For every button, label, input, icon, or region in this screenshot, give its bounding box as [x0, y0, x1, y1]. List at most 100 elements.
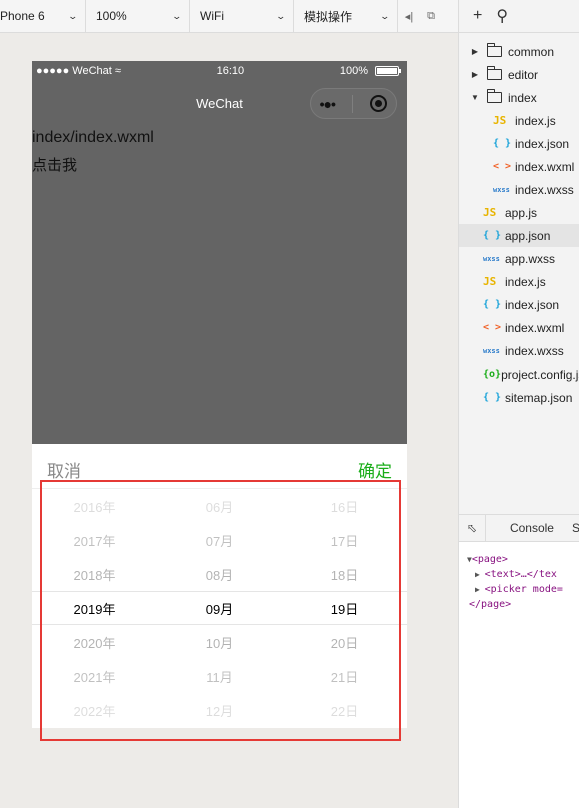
- tree-file-index-js[interactable]: JS index.js: [459, 270, 579, 293]
- tree-item-label: app.json: [505, 228, 551, 243]
- js-file-icon: JS: [483, 206, 497, 219]
- tree-file-index-json[interactable]: { } index.json: [459, 132, 579, 155]
- wxml-file-icon: < >: [493, 161, 512, 172]
- annotation-highlight-box: [40, 480, 401, 741]
- volume-icon[interactable]: ◂|: [398, 0, 420, 33]
- tree-item-label: index.json: [505, 297, 560, 312]
- chevron-down-icon[interactable]: ▼: [469, 93, 481, 102]
- navigation-bar: WeChat •●•: [32, 81, 407, 125]
- chevron-down-icon: ⌄: [171, 10, 183, 21]
- chevron-right-icon[interactable]: ▶: [469, 70, 481, 79]
- operation-select[interactable]: 模拟操作 ⌄: [294, 0, 398, 33]
- json-file-icon: { }: [483, 230, 502, 241]
- nav-title: WeChat: [196, 95, 243, 111]
- carrier-label: ●●●●● WeChat: [36, 65, 112, 77]
- click-me-text[interactable]: 点击我: [32, 154, 77, 175]
- folder-open-icon: [487, 89, 502, 103]
- network-select[interactable]: WiFi ⌄: [190, 0, 294, 33]
- tree-file-index-js[interactable]: JS index.js: [459, 109, 579, 132]
- wxml-node-page-close: </page>: [469, 599, 512, 610]
- tree-item-label: index.js: [505, 274, 546, 289]
- picker-confirm-button[interactable]: 确定: [358, 457, 392, 482]
- capsule-divider: [352, 94, 354, 113]
- wxml-tree: ▼<page> ▶ <text>…</tex ▶ <picker mode= <…: [459, 542, 579, 612]
- json-file-icon: { }: [493, 138, 512, 149]
- tree-item-label: index.json: [515, 136, 570, 151]
- side-panel: + ⚲ ▶ common ▶ editor ▼ index JS index.js{ } ind…: [458, 0, 579, 808]
- tree-item-label: index.wxml: [505, 320, 565, 335]
- wxml-file-icon: < >: [483, 322, 502, 333]
- js-file-icon: JS: [493, 114, 507, 127]
- wxss-file-icon: wxss: [483, 346, 500, 355]
- tree-file-app-json[interactable]: { } app.json: [459, 224, 579, 247]
- tree-folder-common[interactable]: ▶ common: [459, 40, 579, 63]
- cfg-file-icon: {o}: [483, 369, 502, 380]
- tree-file-project-config-json[interactable]: {o}project.config.json: [459, 363, 579, 386]
- page-path-text: index/index.wxml: [32, 129, 154, 146]
- tree-item-label: app.wxss: [505, 251, 556, 266]
- tree-file-sitemap-json[interactable]: { } sitemap.json: [459, 386, 579, 409]
- tree-folder-editor[interactable]: ▶ editor: [459, 63, 579, 86]
- capsule-menu: •●•: [310, 88, 397, 119]
- zoom-select[interactable]: 100% ⌄: [86, 0, 190, 33]
- simulator-toolbar: Phone 6 ⌄ 100% ⌄ WiFi ⌄ 模拟操作 ⌄ ◂| ⧉: [0, 0, 458, 33]
- tree-file-index-wxml[interactable]: < > index.wxml: [459, 316, 579, 339]
- wxml-node-picker[interactable]: ▶ <picker mode=: [467, 582, 579, 597]
- tree-folder-index[interactable]: ▼ index: [459, 86, 579, 109]
- battery-icon: [374, 66, 401, 76]
- tree-item-label: app.js: [505, 205, 538, 220]
- tree-item-label: index.wxss: [505, 343, 564, 358]
- tree-item-label: sitemap.json: [505, 390, 573, 405]
- page-content: index/index.wxml 点击我: [32, 125, 407, 444]
- device-select[interactable]: Phone 6 ⌄: [0, 0, 86, 33]
- status-time: 16:10: [216, 65, 245, 77]
- tab-sources[interactable]: S: [554, 521, 579, 535]
- explorer-toolbar: + ⚲: [459, 0, 579, 33]
- battery-label: 100%: [339, 65, 368, 77]
- close-target-icon[interactable]: [370, 95, 388, 112]
- folder-icon: [487, 43, 502, 57]
- folder-icon: [487, 66, 502, 80]
- tree-file-index-wxss[interactable]: wxss index.wxss: [459, 178, 579, 201]
- json-file-icon: { }: [483, 392, 502, 403]
- wifi-icon: ≈: [114, 65, 121, 77]
- window-icon[interactable]: ⧉: [420, 0, 442, 33]
- devtools-tabs: ⬁ Console S: [459, 514, 579, 542]
- tree-file-app-wxss[interactable]: wxss app.wxss: [459, 247, 579, 270]
- network-select-value: WiFi: [200, 9, 224, 23]
- search-icon[interactable]: ⚲: [496, 6, 508, 26]
- chevron-right-icon[interactable]: ▶: [469, 47, 481, 56]
- zoom-select-value: 100%: [96, 9, 127, 23]
- add-icon[interactable]: +: [473, 7, 482, 25]
- wxml-node-page[interactable]: ▼<page>: [467, 552, 579, 567]
- tree-item-label: index.wxss: [515, 182, 574, 197]
- status-battery: 100%: [339, 65, 401, 77]
- more-icon[interactable]: •●•: [320, 96, 336, 112]
- device-select-value: Phone 6: [0, 9, 45, 23]
- js-file-icon: JS: [483, 275, 497, 288]
- tree-item-label: editor: [508, 67, 539, 82]
- devtools-panel: ⬁ Console S ▼<page> ▶ <text>…</tex ▶ <pi…: [459, 514, 579, 808]
- tab-console[interactable]: Console: [486, 521, 554, 535]
- wxss-file-icon: wxss: [493, 185, 510, 194]
- operation-select-value: 模拟操作: [304, 9, 353, 24]
- tree-file-index-wxss[interactable]: wxss index.wxss: [459, 339, 579, 362]
- wxss-file-icon: wxss: [483, 254, 500, 263]
- tree-file-index-json[interactable]: { } index.json: [459, 293, 579, 316]
- chevron-down-icon: ⌄: [67, 10, 79, 21]
- picker-cancel-button[interactable]: 取消: [47, 457, 81, 482]
- inspect-icon[interactable]: ⬁: [459, 514, 486, 542]
- chevron-down-icon: ⌄: [275, 10, 287, 21]
- tree-item-label: project.config.json: [501, 367, 579, 382]
- status-carrier: ●●●●● WeChat ≈: [36, 65, 121, 77]
- tree-file-index-wxml[interactable]: < > index.wxml: [459, 155, 579, 178]
- tree-item-label: common: [508, 44, 555, 59]
- chevron-down-icon: ⌄: [379, 10, 391, 21]
- tree-file-app-js[interactable]: JS app.js: [459, 201, 579, 224]
- status-bar: ●●●●● WeChat ≈ 16:10 100%: [32, 61, 407, 81]
- json-file-icon: { }: [483, 299, 502, 310]
- tree-item-label: index: [508, 90, 537, 105]
- tree-item-label: index.js: [515, 113, 556, 128]
- tree-item-label: index.wxml: [515, 159, 575, 174]
- wxml-node-text[interactable]: ▶ <text>…</tex: [467, 567, 579, 582]
